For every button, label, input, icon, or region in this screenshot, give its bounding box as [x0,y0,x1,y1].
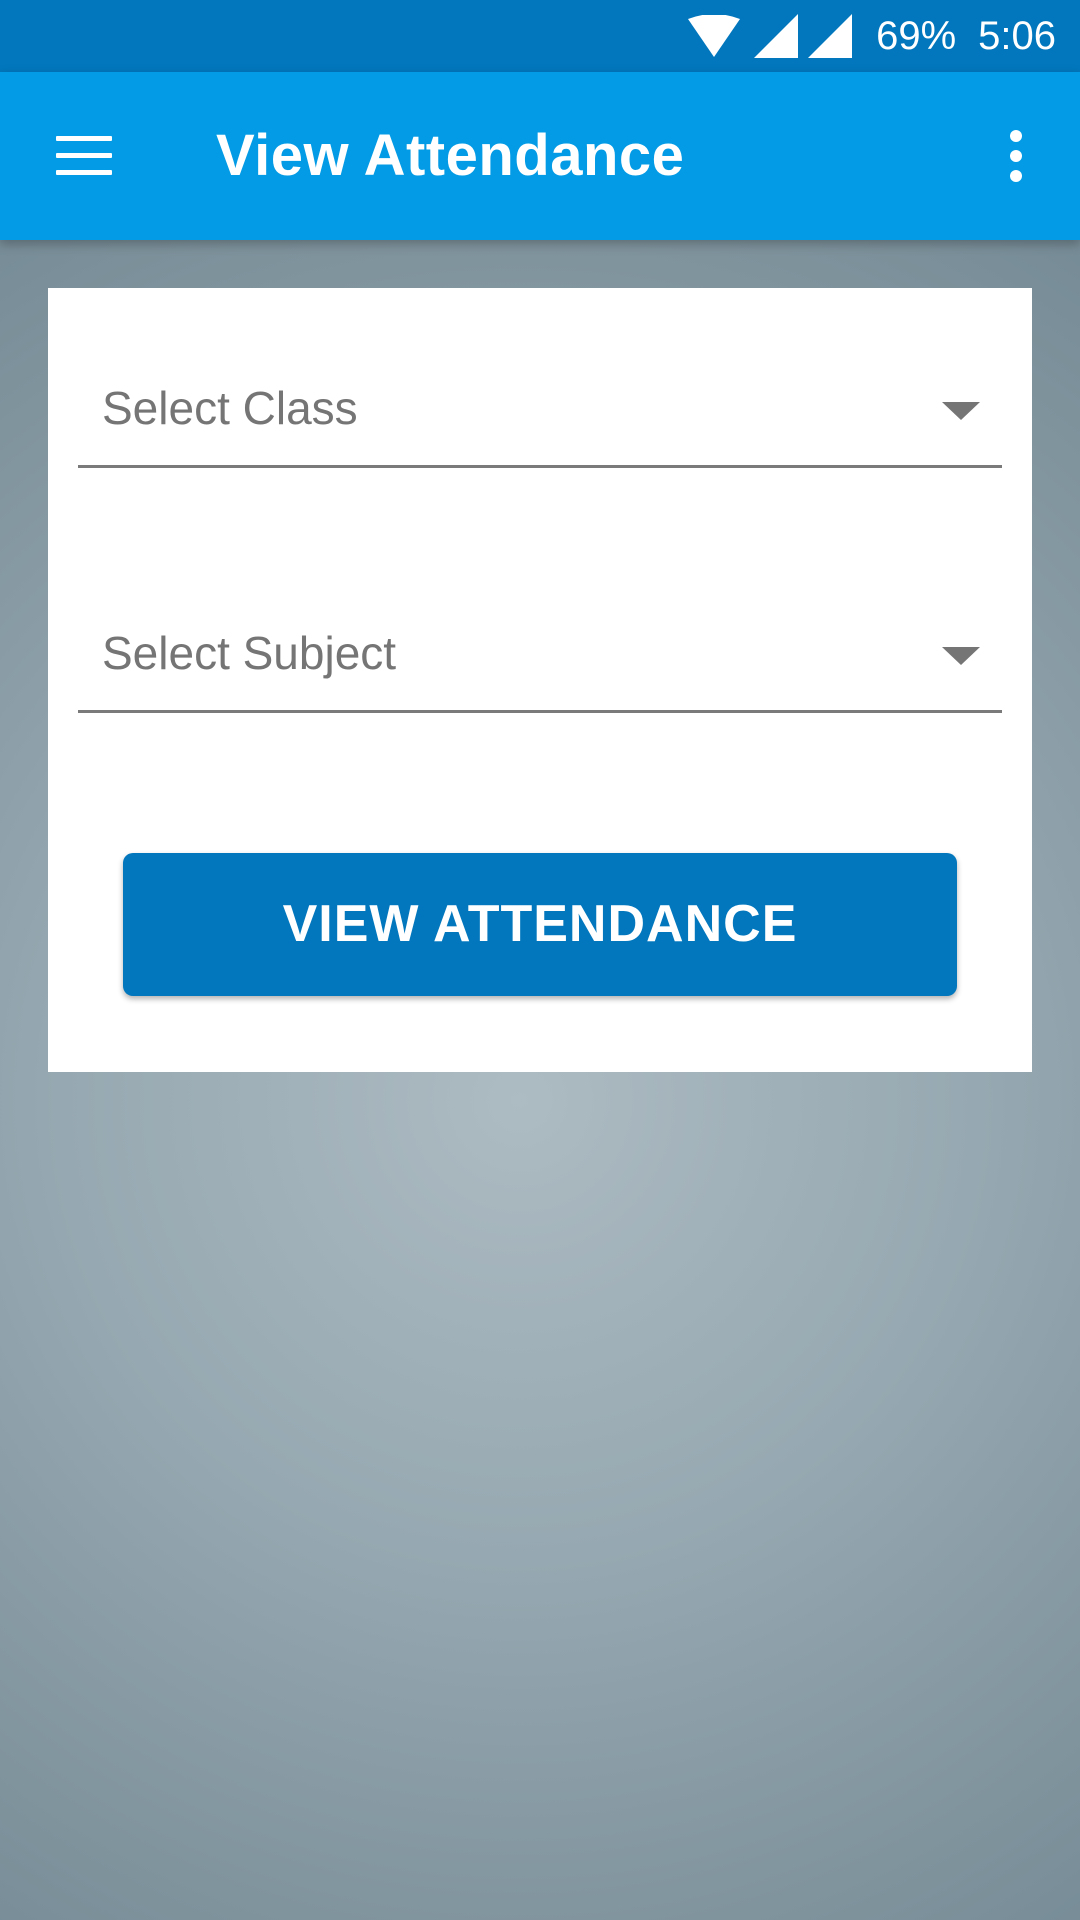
divider [78,465,1002,468]
clock: 5:06 [978,14,1056,58]
hamburger-menu-icon[interactable] [56,136,112,176]
view-attendance-button[interactable]: VIEW ATTENDANCE [123,853,957,996]
page-title: View Attendance [216,123,685,188]
status-bar: 69% 5:06 [0,0,1080,72]
signal-icon [808,14,853,58]
subject-select-label: Select Subject [102,627,397,679]
dropdown-arrow-icon [942,402,980,420]
divider [78,710,1002,713]
more-vertical-icon[interactable] [992,128,1040,184]
subject-select-dropdown[interactable]: Select Subject [78,593,1002,713]
screen: 69% 5:06 View Attendance Select Class Se… [0,0,1080,1920]
class-select-label: Select Class [102,382,358,434]
class-select-dropdown[interactable]: Select Class [78,348,1002,468]
attendance-form-card: Select Class Select Subject VIEW ATTENDA… [48,288,1032,1072]
wifi-icon [688,15,741,57]
status-icons: 69% 5:06 [688,0,1056,72]
signal-icon [754,14,799,58]
battery-percentage: 69% [876,14,957,58]
dropdown-arrow-icon [942,647,980,665]
app-bar: View Attendance [0,72,1080,240]
